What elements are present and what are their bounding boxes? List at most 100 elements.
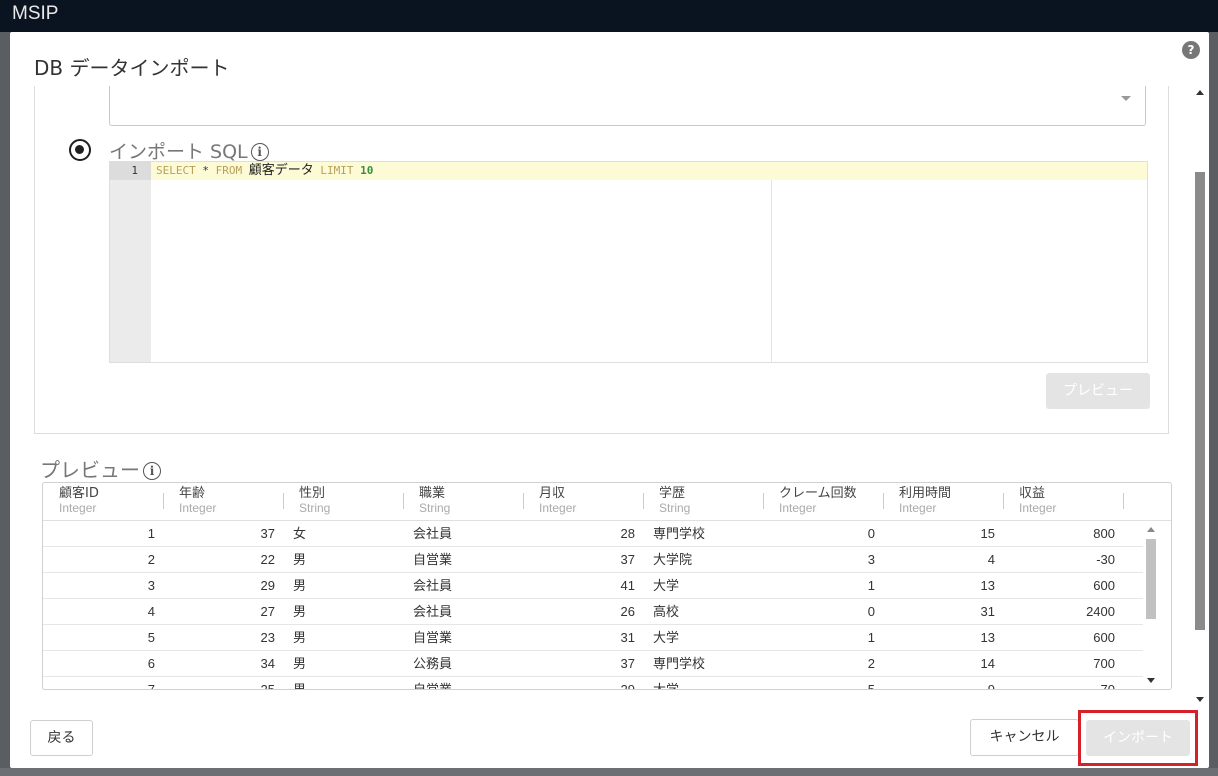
table-cell: 6 bbox=[147, 656, 155, 671]
table-cell: 専門学校 bbox=[653, 656, 706, 671]
table-row[interactable]: 4 27 男 会社員 26 高校 0 31 2400 bbox=[43, 599, 1143, 625]
table-cell: 大学 bbox=[653, 630, 680, 645]
table-cell: 15 bbox=[980, 526, 995, 541]
column-separator[interactable] bbox=[883, 493, 884, 509]
table-cell: 会社員 bbox=[413, 604, 453, 619]
column-separator[interactable] bbox=[643, 493, 644, 509]
table-cell: 男 bbox=[293, 656, 307, 671]
table-cell: 41 bbox=[620, 578, 635, 593]
table-scrollbar[interactable] bbox=[1143, 521, 1159, 689]
table-cell: 2 bbox=[147, 552, 155, 567]
column-separator[interactable] bbox=[1123, 493, 1124, 509]
table-header: 顧客ID Integer 年齢 Integer 性別 String 職業 String 月収 In… bbox=[43, 483, 1171, 521]
table-cell: 自営業 bbox=[413, 552, 453, 567]
sql-table-name: 顧客データ bbox=[248, 163, 314, 178]
scroll-up-icon[interactable] bbox=[1147, 527, 1155, 532]
column-header[interactable]: 年齢 Integer bbox=[179, 487, 216, 519]
info-icon[interactable]: i bbox=[143, 462, 161, 480]
table-cell: 23 bbox=[260, 630, 275, 645]
table-cell: 13 bbox=[980, 630, 995, 645]
preview-button[interactable]: プレビュー bbox=[1046, 373, 1150, 409]
table-cell: -70 bbox=[1096, 682, 1115, 690]
scroll-thumb[interactable] bbox=[1195, 172, 1205, 630]
table-cell: 1 bbox=[867, 630, 875, 645]
scroll-down-icon[interactable] bbox=[1147, 678, 1155, 683]
table-cell: 29 bbox=[620, 682, 635, 690]
table-cell: 男 bbox=[293, 682, 307, 690]
scroll-thumb[interactable] bbox=[1146, 539, 1156, 619]
sql-star: * bbox=[202, 164, 209, 177]
table-cell: 800 bbox=[1093, 526, 1115, 541]
table-cell: -30 bbox=[1096, 552, 1115, 567]
table-cell: 大学 bbox=[653, 682, 680, 690]
table-body: 1 37 女会社員 28 専門学校 0 15 800 2 22 男自営業 37 大学院 3 4 -30 3 29 男… bbox=[43, 521, 1143, 690]
column-separator[interactable] bbox=[163, 493, 164, 509]
column-name: 学歴 bbox=[659, 486, 686, 501]
column-header[interactable]: 性別 String bbox=[299, 487, 330, 519]
column-separator[interactable] bbox=[1003, 493, 1004, 509]
import-sql-label: インポート SQL i bbox=[109, 137, 269, 164]
dialog-scrollbar[interactable] bbox=[1193, 86, 1207, 706]
import-config-panel: インポート SQL i 1 SELECT * FROM 顧客データ LIMIT 1… bbox=[34, 86, 1169, 434]
sql-keyword-limit: LIMIT bbox=[320, 164, 354, 177]
table-cell: 28 bbox=[620, 526, 635, 541]
sql-code-line[interactable]: SELECT * FROM 顧客データ LIMIT 10 bbox=[156, 162, 373, 180]
radio-selected-dot bbox=[75, 145, 84, 154]
column-type: String bbox=[419, 501, 451, 515]
preview-table: 顧客ID Integer 年齢 Integer 性別 String 職業 String 月収 In… bbox=[42, 482, 1172, 690]
column-name: 利用時間 bbox=[899, 486, 952, 501]
column-separator[interactable] bbox=[523, 493, 524, 509]
table-row[interactable]: 5 23 男 自営業 31 大学 1 13 600 bbox=[43, 625, 1143, 651]
table-row[interactable]: 6 34 男 公務員 37 専門学校 2 14 700 bbox=[43, 651, 1143, 677]
background-overlay-right bbox=[1209, 32, 1218, 776]
column-header[interactable]: 職業 String bbox=[419, 487, 450, 519]
column-separator[interactable] bbox=[403, 493, 404, 509]
column-header[interactable]: 収益 Integer bbox=[1019, 487, 1056, 519]
column-name: 収益 bbox=[1019, 486, 1046, 501]
back-button[interactable]: 戻る bbox=[30, 720, 93, 756]
table-row[interactable]: 1 37 女 会社員 28 専門学校 0 15 800 bbox=[43, 521, 1143, 547]
info-icon[interactable]: i bbox=[250, 143, 269, 161]
dialog-title: DB データインポート bbox=[34, 56, 230, 80]
table-cell: 2400 bbox=[1086, 604, 1115, 619]
source-select[interactable] bbox=[109, 86, 1146, 126]
table-row[interactable]: 3 29 男 会社員 41 大学 1 13 600 bbox=[43, 573, 1143, 599]
column-type: Integer bbox=[1019, 501, 1057, 515]
column-header[interactable]: クレーム回数 Integer bbox=[779, 487, 857, 519]
table-cell: 9 bbox=[987, 682, 995, 690]
column-name: 職業 bbox=[419, 486, 446, 501]
preview-section-title: プレビュー i bbox=[40, 454, 161, 483]
table-cell: 3 bbox=[867, 552, 875, 567]
column-type: String bbox=[299, 501, 331, 515]
column-header[interactable]: 顧客ID Integer bbox=[59, 487, 99, 519]
table-row[interactable]: 7 25 男 自営業 29 大学 5 9 -70 bbox=[43, 677, 1143, 690]
column-separator[interactable] bbox=[763, 493, 764, 509]
background-overlay-bottom bbox=[0, 768, 1218, 776]
table-cell: 27 bbox=[260, 604, 275, 619]
cancel-button[interactable]: キャンセル bbox=[970, 719, 1079, 756]
column-header[interactable]: 月収 Integer bbox=[539, 487, 576, 519]
highlight-annotation-box bbox=[1078, 710, 1198, 766]
import-sql-label-text: インポート SQL bbox=[109, 141, 248, 163]
table-cell: 0 bbox=[867, 526, 875, 541]
column-type: Integer bbox=[59, 501, 97, 515]
column-name: 月収 bbox=[539, 486, 566, 501]
table-cell: 高校 bbox=[653, 604, 680, 619]
column-header[interactable]: 利用時間 Integer bbox=[899, 487, 951, 519]
sql-editor[interactable]: 1 SELECT * FROM 顧客データ LIMIT 10 bbox=[109, 161, 1148, 363]
help-icon[interactable]: ? bbox=[1182, 41, 1200, 59]
column-separator[interactable] bbox=[283, 493, 284, 509]
scroll-up-icon[interactable] bbox=[1196, 90, 1204, 95]
caret-down-icon bbox=[1121, 96, 1131, 101]
table-cell: 4 bbox=[147, 604, 155, 619]
table-cell: 29 bbox=[260, 578, 275, 593]
table-cell: 37 bbox=[260, 526, 275, 541]
table-cell: 1 bbox=[867, 578, 875, 593]
column-header[interactable]: 学歴 String bbox=[659, 487, 690, 519]
editor-gutter bbox=[110, 162, 151, 362]
preview-title-text: プレビュー bbox=[40, 458, 140, 482]
table-row[interactable]: 2 22 男自営業 37 大学院 3 4 -30 bbox=[43, 547, 1143, 573]
table-cell: 37 bbox=[620, 656, 635, 671]
import-sql-radio[interactable] bbox=[69, 139, 91, 161]
scroll-down-icon[interactable] bbox=[1196, 697, 1204, 702]
